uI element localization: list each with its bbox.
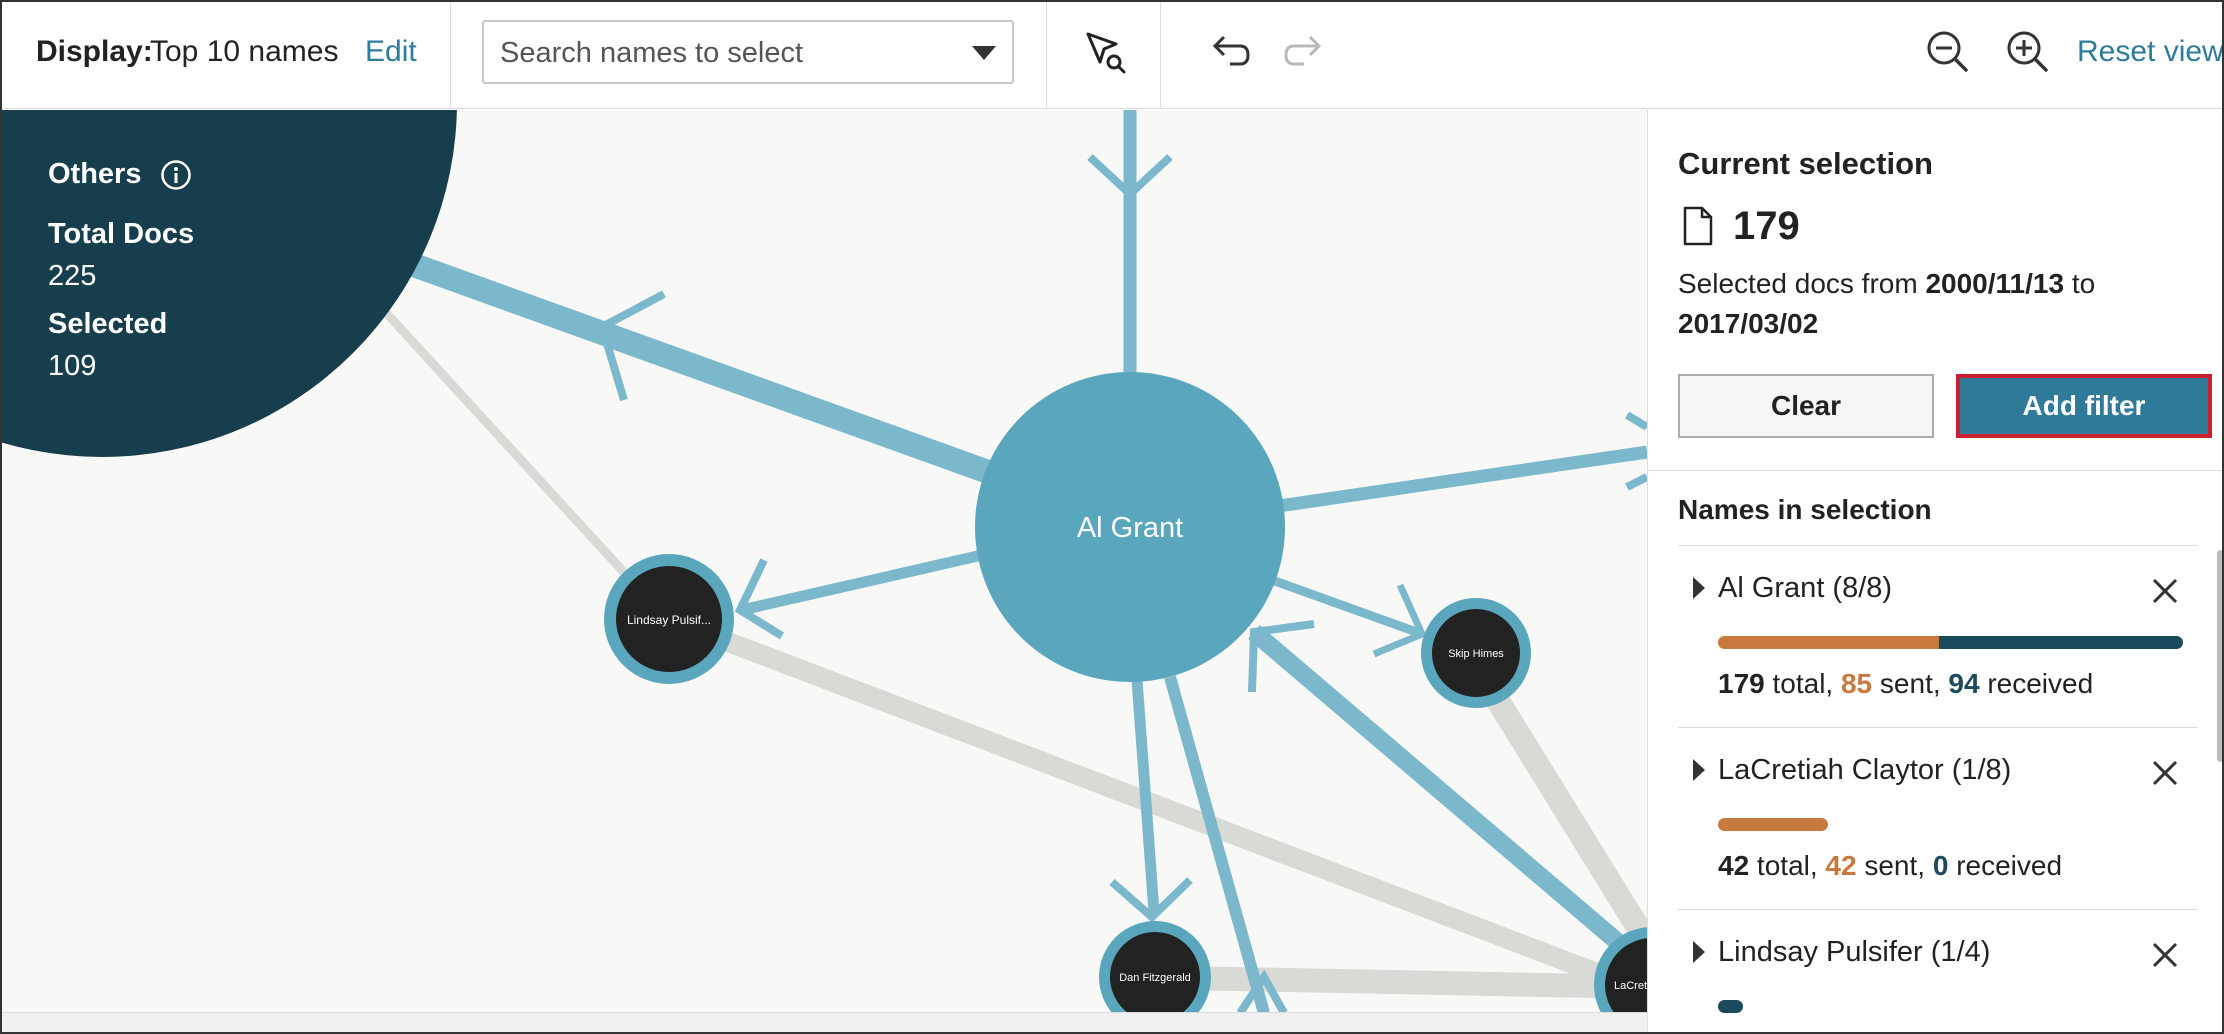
- selected-label: Selected: [48, 308, 168, 340]
- add-filter-button[interactable]: Add filter: [1956, 374, 2212, 438]
- others-title: Others: [48, 158, 142, 190]
- range-from: 2000/11/13: [1925, 268, 2065, 299]
- node-label: Lindsay Pulsif...: [627, 613, 711, 627]
- reset-view-link[interactable]: Reset view: [2077, 35, 2222, 69]
- center-node-label: Al Grant: [1077, 512, 1183, 544]
- document-icon: [1683, 206, 1713, 246]
- total-count: 42: [1718, 850, 1750, 881]
- received-count: 94: [1948, 668, 1980, 699]
- edge-arrow: [1624, 411, 1647, 431]
- range-prefix: Selected docs from: [1678, 268, 1918, 299]
- received-bar: [1939, 636, 2183, 649]
- name-row-label: Al Grant (8/8): [1718, 572, 1893, 604]
- undo-icon[interactable]: [1200, 24, 1256, 80]
- sent-bar: [1718, 636, 1939, 649]
- search-input[interactable]: [500, 34, 940, 72]
- toolbar-divider: [1046, 2, 1047, 109]
- sent-count: 42: [1825, 850, 1857, 881]
- close-icon[interactable]: [2150, 940, 2180, 970]
- received-bar: [1718, 1000, 1743, 1013]
- name-row-al-grant[interactable]: Al Grant (8/8) 179 total, 85 sent, 94 re…: [1678, 546, 2198, 728]
- current-selection-title: Current selection: [1678, 146, 1933, 181]
- range-mid: to: [2071, 268, 2096, 299]
- select-search-icon[interactable]: [1076, 24, 1132, 80]
- node-label: Dan Fitzgerald: [1119, 972, 1191, 984]
- sent-count: 85: [1840, 668, 1873, 699]
- total-docs-label: Total Docs: [48, 218, 195, 250]
- chevron-down-icon[interactable]: [970, 42, 998, 64]
- edge: [740, 549, 984, 616]
- close-icon[interactable]: [2150, 576, 2180, 606]
- selection-panel: Current selection 179 Selected docs from…: [1647, 110, 2222, 1032]
- received-count: 0: [1932, 850, 1949, 881]
- network-graph-canvas[interactable]: Al Grant Lindsay Pulsif... Skip Himes Da…: [2, 110, 1647, 1013]
- name-row-lacretiah-claytor[interactable]: LaCretiah Claytor (1/8) 42 total, 42 sen…: [1678, 728, 2198, 910]
- display-label: Display:: [36, 35, 153, 68]
- name-row-label: LaCretiah Claytor (1/8): [1718, 754, 2012, 786]
- edge-arrow: [1625, 473, 1647, 491]
- zoom-out-icon[interactable]: [1920, 24, 1976, 80]
- toolbar: Display: Top 10 names Edit Search names …: [2, 2, 2222, 109]
- toolbar-divider: [450, 2, 451, 109]
- node-label: LaCret: [1614, 980, 1647, 992]
- app-frame: Display: Top 10 names Edit Search names …: [0, 0, 2224, 1034]
- edit-display-link[interactable]: Edit: [365, 35, 417, 69]
- name-row-label: Lindsay Pulsifer (1/4): [1718, 936, 1991, 968]
- caret-right-icon[interactable]: [1692, 758, 1706, 782]
- edge: [1271, 445, 1647, 514]
- redo-icon[interactable]: [1278, 24, 1334, 80]
- name-row-stats: 179 total, 85 sent, 94 received: [1718, 668, 2094, 699]
- total-docs-value: 225: [48, 260, 97, 292]
- panel-scrollbar[interactable]: [2217, 550, 2222, 762]
- sent-bar: [1718, 818, 1828, 831]
- total-count: 179: [1718, 668, 1765, 699]
- canvas-bottom-strip: [2, 1012, 1647, 1032]
- info-icon[interactable]: [160, 159, 192, 191]
- selection-date-range: Selected docs from 2000/11/13 to 2017/03…: [1678, 264, 2198, 344]
- network-graph[interactable]: Al Grant Lindsay Pulsif... Skip Himes Da…: [2, 110, 1647, 1013]
- name-row-stats: 42 total, 42 sent, 0 received: [1718, 850, 2063, 881]
- display-value: Top 10 names: [150, 35, 339, 68]
- clear-button[interactable]: Clear: [1678, 374, 1934, 438]
- selected-doc-count: 179: [1733, 204, 1800, 248]
- selected-value: 109: [48, 350, 97, 382]
- zoom-in-icon[interactable]: [2000, 24, 2056, 80]
- close-icon[interactable]: [2150, 758, 2180, 788]
- name-search-dropdown[interactable]: [482, 20, 1014, 84]
- caret-right-icon[interactable]: [1692, 940, 1706, 964]
- caret-right-icon[interactable]: [1692, 576, 1706, 600]
- divider: [1648, 470, 2222, 471]
- toolbar-divider: [1160, 2, 1161, 109]
- node-label: Skip Himes: [1448, 648, 1504, 660]
- names-in-selection-title: Names in selection: [1678, 494, 1932, 525]
- name-row-lindsay-pulsifer[interactable]: Lindsay Pulsifer (1/4): [1678, 910, 2198, 1032]
- range-to: 2017/03/02: [1678, 308, 1819, 339]
